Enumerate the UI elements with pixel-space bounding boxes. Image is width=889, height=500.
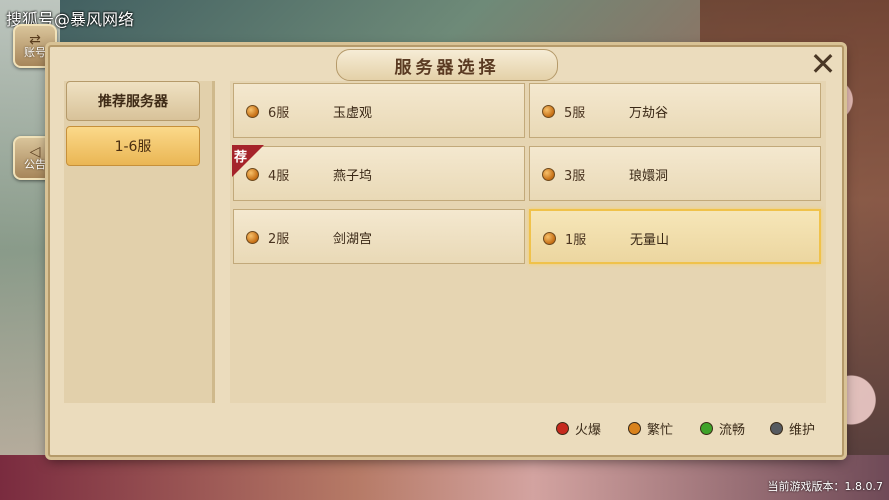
dialog-title: 服务器选择 [336, 49, 558, 81]
server-select-dialog: 服务器选择 ✕ 推荐服务器 1-6服 6服 玉虚观 5服 万劫谷 荐 4服 燕子… [48, 45, 844, 457]
legend-hot: 火爆 [556, 419, 601, 438]
server-name: 琅嬛洞 [629, 169, 669, 184]
category-panel: 推荐服务器 1-6服 [64, 81, 215, 403]
category-recommended[interactable]: 推荐服务器 [66, 81, 200, 121]
server-number: 5服 [564, 106, 586, 121]
server-number: 1服 [565, 233, 587, 248]
status-hot-icon [556, 422, 569, 435]
status-busy-icon [246, 105, 259, 118]
legend-busy: 繁忙 [628, 419, 673, 438]
legend-busy-label: 繁忙 [647, 423, 674, 438]
server-name: 无量山 [630, 233, 670, 248]
account-label: 账号 [24, 46, 46, 59]
server-name: 万劫谷 [629, 106, 669, 121]
legend-smooth: 流畅 [700, 419, 745, 438]
status-busy-icon [628, 422, 641, 435]
server-number: 6服 [268, 106, 290, 121]
server-name: 剑湖宫 [333, 232, 373, 247]
server-number: 2服 [268, 232, 290, 247]
server-number: 4服 [268, 169, 290, 184]
megaphone-icon: ◁ [29, 144, 41, 160]
category-scrollbar[interactable] [212, 81, 215, 403]
legend-hot-label: 火爆 [575, 423, 602, 438]
server-item[interactable]: 6服 玉虚观 [233, 83, 525, 138]
status-busy-icon [542, 168, 555, 181]
switch-arrows-icon: ⇄ [29, 32, 41, 48]
status-maintenance-icon [770, 422, 783, 435]
announcement-label: 公告 [24, 158, 46, 171]
status-smooth-icon [700, 422, 713, 435]
version-text: 当前游戏版本：1.8.0.7 [767, 480, 883, 493]
server-item[interactable]: 荐 4服 燕子坞 [232, 145, 525, 201]
status-busy-icon [246, 168, 259, 181]
server-name: 燕子坞 [333, 169, 373, 184]
category-1-6[interactable]: 1-6服 [66, 126, 200, 166]
close-icon[interactable]: ✕ [808, 48, 838, 80]
server-item[interactable]: 2服 剑湖宫 [233, 209, 525, 264]
status-busy-icon [542, 105, 555, 118]
legend-maintenance: 维护 [770, 419, 815, 438]
status-busy-icon [246, 231, 259, 244]
server-item[interactable]: 3服 琅嬛洞 [529, 146, 821, 201]
legend-smooth-label: 流畅 [719, 423, 746, 438]
server-name: 玉虚观 [333, 106, 373, 121]
server-list: 6服 玉虚观 5服 万劫谷 荐 4服 燕子坞 3服 琅嬛洞 2服 剑湖宫 1服 … [230, 81, 826, 403]
server-item[interactable]: 5服 万劫谷 [529, 83, 821, 138]
status-busy-icon [543, 232, 556, 245]
server-number: 3服 [564, 169, 586, 184]
server-item-selected[interactable]: 1服 无量山 [529, 209, 821, 264]
legend-maintenance-label: 维护 [789, 423, 816, 438]
background-bottom-scenery [0, 455, 889, 500]
